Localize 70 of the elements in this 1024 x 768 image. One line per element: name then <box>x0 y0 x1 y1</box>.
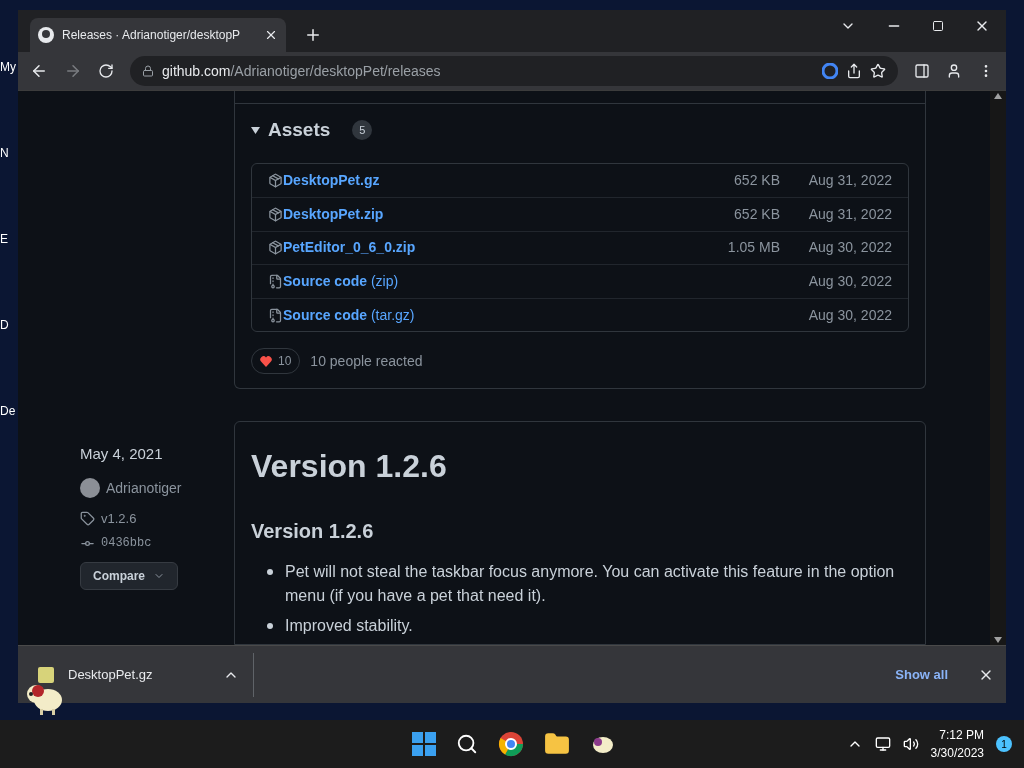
new-tab-icon[interactable] <box>304 26 322 44</box>
reaction-summary: 10 people reacted <box>310 351 423 371</box>
release-note: Improved stability. <box>285 616 413 637</box>
asset-link[interactable]: PetEditor_0_6_0.zip <box>283 237 416 259</box>
side-panel-icon[interactable] <box>914 63 930 79</box>
show-all-button[interactable]: Show all <box>895 664 948 685</box>
release-date: May 4, 2021 <box>80 444 164 464</box>
file-icon <box>38 666 54 683</box>
avatar-icon <box>80 478 100 498</box>
browser-tab[interactable]: Releases · Adrianotiger/desktopP <box>30 18 286 52</box>
package-icon <box>268 206 283 222</box>
release-title[interactable]: Version 1.2.6 <box>251 442 909 491</box>
package-icon <box>268 240 283 256</box>
commit-link[interactable]: 0436bbc <box>101 534 152 552</box>
desktop-icon-label: E <box>0 231 9 248</box>
close-icon[interactable] <box>264 28 278 42</box>
asset-size: 652 KB <box>733 204 780 224</box>
desktop-icon-label: De <box>0 403 17 420</box>
asset-link[interactable]: DesktopPet.zip <box>283 203 384 225</box>
share-icon[interactable] <box>846 63 862 79</box>
scrollbar[interactable] <box>990 91 1006 645</box>
downloaded-file-name[interactable]: DesktopPet.gz <box>68 664 209 685</box>
author-link[interactable]: Adrianotiger <box>106 477 182 499</box>
assets-heading[interactable]: Assets <box>268 116 331 145</box>
desktop-icon-label: N <box>0 145 10 162</box>
asset-size: 1.05 MB <box>726 238 780 258</box>
bullet-icon <box>267 623 273 630</box>
clock-time: 7:12 PM <box>939 727 984 744</box>
asset-date: Aug 31, 2022 <box>807 204 892 224</box>
url-text: github.com/Adrianotiger/desktopPet/releases <box>162 61 441 81</box>
tag-link[interactable]: v1.2.6 <box>101 508 137 528</box>
notes-heading: Version 1.2.6 <box>251 519 375 545</box>
bullet-icon <box>267 569 273 576</box>
asset-size: 652 KB <box>733 170 780 190</box>
desktop-icon-label: D <box>0 317 10 334</box>
asset-link[interactable]: DesktopPet.gz <box>283 169 380 191</box>
scroll-up-icon[interactable] <box>994 93 1002 99</box>
asset-count: 5 <box>352 120 373 141</box>
back-icon[interactable] <box>30 62 48 80</box>
forward-icon[interactable] <box>64 62 82 80</box>
tab-title: Releases · Adrianotiger/desktopP <box>62 27 241 44</box>
bookmark-star-icon[interactable] <box>870 63 886 79</box>
notification-badge[interactable]: 1 <box>996 736 1012 752</box>
tag-icon <box>80 510 95 526</box>
reload-icon[interactable] <box>98 63 114 79</box>
compare-button[interactable]: Compare <box>80 562 178 590</box>
volume-icon[interactable] <box>902 736 919 752</box>
asset-date: Aug 30, 2022 <box>807 272 892 292</box>
maximize-icon[interactable] <box>932 20 944 32</box>
clock-date: 3/30/2023 <box>930 745 984 762</box>
start-icon[interactable] <box>412 732 437 756</box>
profile-icon[interactable] <box>946 63 962 79</box>
browser-app-icon[interactable] <box>498 731 525 757</box>
asset-link[interactable]: Source code (tar.gz) <box>283 304 415 326</box>
asset-link[interactable]: Source code (zip) <box>283 271 399 293</box>
address-bar[interactable]: github.com/Adrianotiger/desktopPet/releases <box>130 56 898 86</box>
asset-date: Aug 30, 2022 <box>807 238 892 258</box>
search-icon[interactable] <box>456 733 479 755</box>
archive-icon <box>268 274 283 290</box>
asset-date: Aug 31, 2022 <box>807 170 892 190</box>
release-note: Pet will not steal the taskbar focus anymore. You can activate this feature in the option menu (if you have a pet that need it). <box>285 562 896 607</box>
lock-icon <box>142 65 154 77</box>
desktop-icon-label: My <box>0 59 17 76</box>
scroll-down-icon[interactable] <box>994 637 1002 643</box>
package-icon <box>268 172 283 188</box>
heart-icon <box>260 355 272 367</box>
archive-icon <box>268 307 283 323</box>
folder-icon[interactable] <box>544 731 571 757</box>
caret-icon[interactable] <box>251 125 260 135</box>
asset-date: Aug 30, 2022 <box>807 305 892 325</box>
